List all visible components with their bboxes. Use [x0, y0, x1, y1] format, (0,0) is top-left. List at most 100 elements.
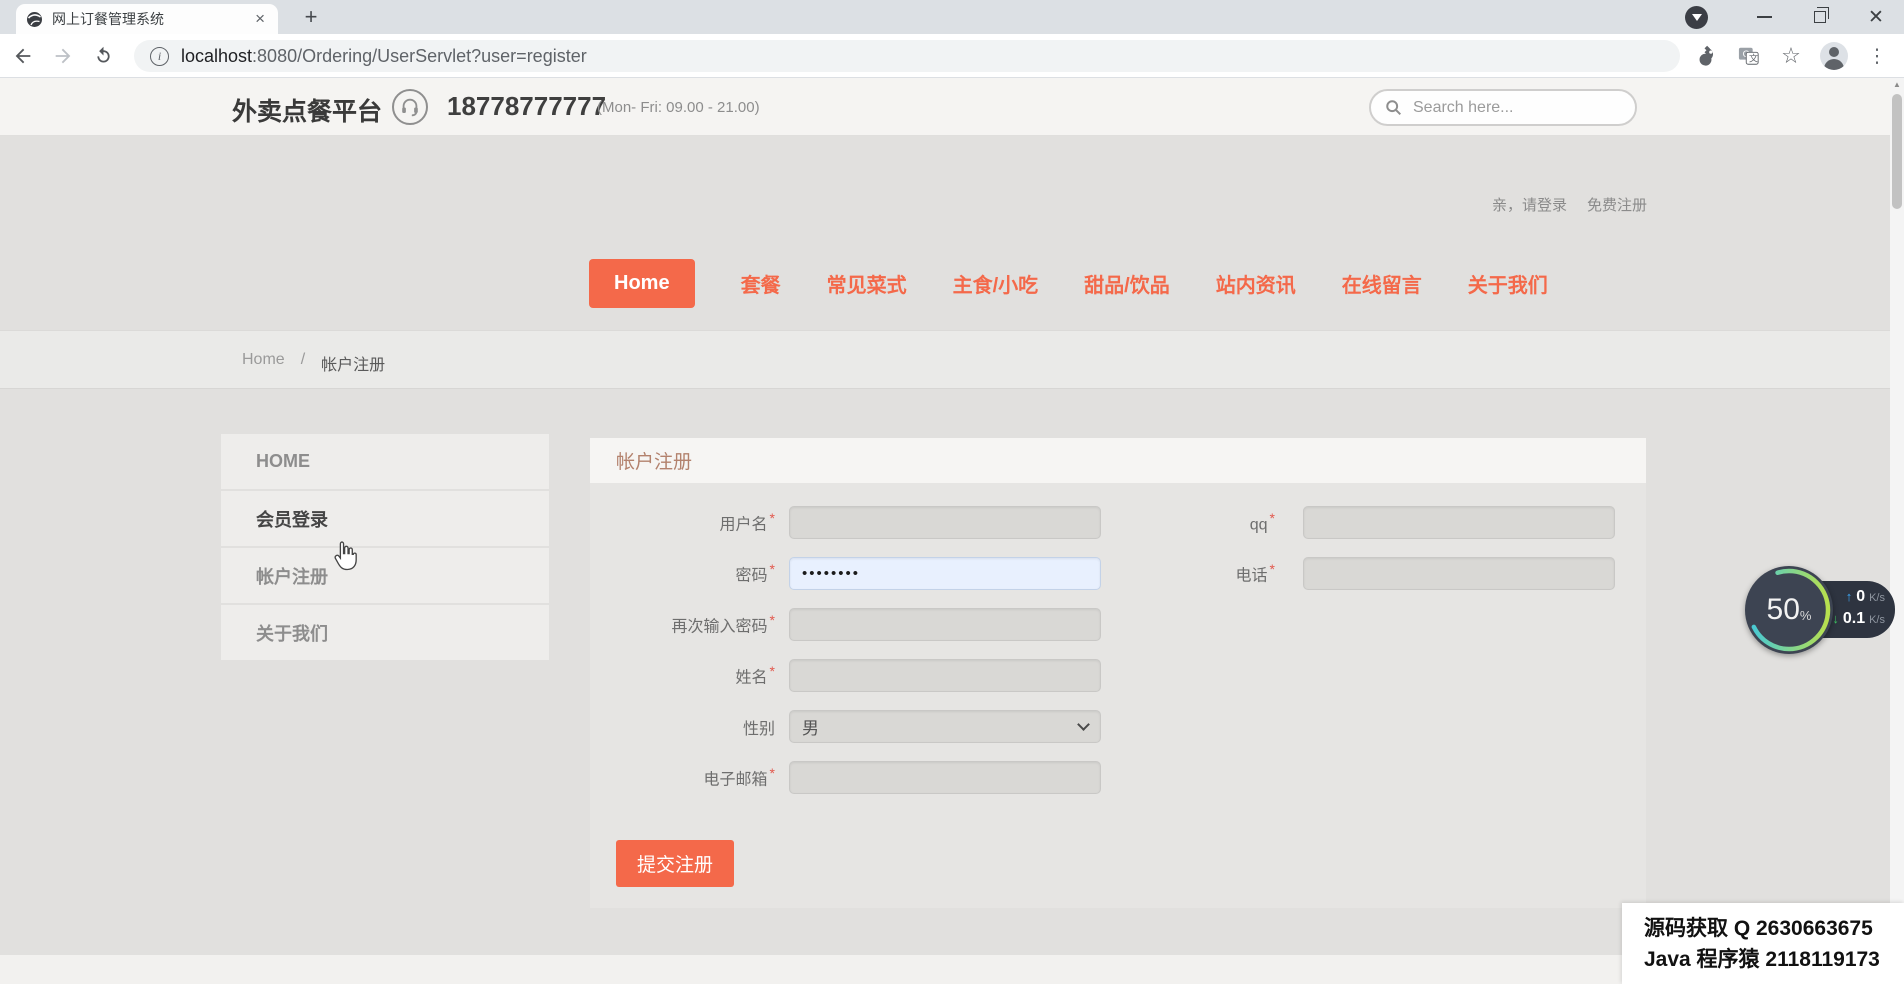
upload-unit: K/s	[1869, 592, 1885, 604]
password-input[interactable]: ••••••••	[789, 557, 1101, 590]
email-input[interactable]	[789, 761, 1101, 794]
nav-item-combo[interactable]: 套餐	[741, 269, 781, 298]
url-path: :8080/Ordering/UserServlet?user=register	[252, 46, 587, 66]
required-mark: *	[1270, 510, 1275, 526]
gender-select[interactable]: 男	[789, 710, 1101, 743]
form-row-qq: qq*	[1220, 506, 1615, 539]
restore-button[interactable]	[1792, 0, 1848, 34]
download-unit: K/s	[1869, 614, 1885, 626]
reload-button[interactable]	[86, 39, 120, 73]
qq-input[interactable]	[1303, 506, 1615, 539]
sidebar-item-home[interactable]: HOME	[221, 434, 549, 489]
form-right-column: qq* 电话*	[1220, 506, 1615, 608]
breadcrumb-separator: /	[301, 351, 305, 375]
gender-selected-value: 男	[802, 714, 819, 739]
site-logo[interactable]: 外卖点餐平台	[232, 92, 382, 128]
close-window-button[interactable]: ✕	[1848, 0, 1904, 34]
nav-item-dessert[interactable]: 甜品/饮品	[1084, 269, 1170, 298]
telephone-input[interactable]	[1303, 557, 1615, 590]
download-speed: 0.1	[1843, 610, 1865, 628]
required-mark: *	[1270, 561, 1275, 577]
back-button[interactable]	[6, 39, 40, 73]
sidebar-item-about[interactable]: 关于我们	[221, 605, 549, 660]
sidebar-item-register[interactable]: 帐户注册	[221, 548, 549, 603]
search-input[interactable]	[1413, 99, 1603, 117]
scroll-up-icon[interactable]: ▲	[1890, 80, 1904, 89]
footer-strip	[0, 955, 1890, 984]
minimize-button[interactable]	[1736, 0, 1792, 34]
watermark-box: 源码获取 Q 2630663675 Java 程序猿 2118119173	[1622, 903, 1904, 984]
forward-button[interactable]	[46, 39, 80, 73]
login-link[interactable]: 亲，请登录	[1492, 194, 1567, 215]
page-scrollbar[interactable]: ▲ ▼	[1890, 78, 1904, 984]
site-favicon-icon	[26, 11, 43, 28]
tab-title: 网上订餐管理系统	[52, 9, 243, 29]
browser-menu-icon[interactable]: ⋮	[1864, 43, 1890, 69]
download-arrow-icon: ↓	[1832, 611, 1839, 626]
bookmark-star-icon[interactable]: ☆	[1778, 43, 1804, 69]
address-bar[interactable]: i localhost:8080/Ordering/UserServlet?us…	[134, 40, 1680, 72]
progress-ring	[1745, 566, 1833, 654]
required-mark: *	[770, 765, 775, 781]
breadcrumb: Home / 帐户注册	[242, 351, 385, 375]
browser-tab[interactable]: 网上订餐管理系统 ×	[16, 4, 278, 34]
headset-icon	[392, 89, 428, 125]
required-mark: *	[770, 510, 775, 526]
sidebar-menu: HOME 会员登录 帐户注册 关于我们	[221, 434, 549, 662]
browser-titlebar: 网上订餐管理系统 × + ✕	[0, 0, 1904, 34]
chevron-down-icon	[1077, 718, 1090, 731]
url-host: localhost	[181, 46, 252, 66]
nav-item-home[interactable]: Home	[589, 259, 695, 308]
nav-item-message[interactable]: 在线留言	[1342, 269, 1422, 298]
user-links: 亲，请登录 免费注册	[1492, 194, 1647, 215]
toolbar-icons: G文 ☆ ⋮	[1694, 34, 1890, 78]
required-mark: *	[770, 561, 775, 577]
form-row-gender: 性别 男	[645, 710, 1101, 743]
main-nav: Home 套餐 常见菜式 主食/小吃 甜品/饮品 站内资讯 在线留言 关于我们	[589, 259, 1548, 308]
profile-avatar[interactable]	[1820, 42, 1848, 70]
realname-input[interactable]	[789, 659, 1101, 692]
form-row-email: 电子邮箱*	[645, 761, 1101, 794]
scrollbar-thumb[interactable]	[1892, 94, 1902, 209]
submit-register-button[interactable]: 提交注册	[616, 840, 734, 887]
breadcrumb-bar: Home / 帐户注册	[0, 330, 1890, 389]
username-input[interactable]	[789, 506, 1101, 539]
browser-window: 网上订餐管理系统 × + ✕ i localhost:8080/Ordering…	[0, 0, 1904, 984]
page-info-icon[interactable]: i	[150, 47, 169, 66]
search-icon	[1385, 99, 1403, 117]
password-key-icon[interactable]	[1694, 43, 1720, 69]
watermark-line2: Java 程序猿 2118119173	[1644, 944, 1904, 975]
browser-toolbar: i localhost:8080/Ordering/UserServlet?us…	[0, 34, 1904, 78]
tab-close-icon[interactable]: ×	[252, 9, 268, 29]
url-text[interactable]: localhost:8080/Ordering/UserServlet?user…	[181, 46, 587, 67]
new-tab-button[interactable]: +	[296, 3, 326, 33]
panel-title: 帐户注册	[590, 438, 1646, 484]
form-row-name: 姓名*	[645, 659, 1101, 692]
required-mark: *	[770, 663, 775, 679]
register-panel: 帐户注册 用户名* 密码* •••••••• 再次输入密码* 姓名*	[590, 438, 1646, 908]
sidebar-item-login[interactable]: 会员登录	[221, 491, 549, 546]
register-form: 用户名* 密码* •••••••• 再次输入密码* 姓名* 性别	[590, 484, 1646, 908]
site-header: 外卖点餐平台 18778777777 (Mon- Fri: 09.00 - 21…	[0, 78, 1890, 136]
nav-item-staple[interactable]: 主食/小吃	[953, 269, 1039, 298]
form-row-password2: 再次输入密码*	[645, 608, 1101, 641]
svg-text:文: 文	[1749, 53, 1758, 64]
download-manager-icon[interactable]	[1685, 6, 1708, 29]
nav-item-dishes[interactable]: 常见菜式	[827, 269, 907, 298]
nav-item-about[interactable]: 关于我们	[1468, 269, 1548, 298]
upload-speed: 0	[1856, 588, 1865, 606]
search-box[interactable]	[1369, 89, 1637, 126]
translate-icon[interactable]: G文	[1736, 43, 1762, 69]
breadcrumb-current: 帐户注册	[321, 351, 385, 375]
form-row-telephone: 电话*	[1220, 557, 1615, 590]
form-row-password: 密码* ••••••••	[645, 557, 1101, 590]
mouse-cursor	[330, 540, 360, 574]
window-controls: ✕	[1685, 0, 1904, 34]
opening-hours: (Mon- Fri: 09.00 - 21.00)	[597, 99, 760, 116]
register-link[interactable]: 免费注册	[1587, 194, 1647, 215]
nav-item-news[interactable]: 站内资讯	[1216, 269, 1296, 298]
breadcrumb-home[interactable]: Home	[242, 351, 285, 375]
speed-widget[interactable]: ↑ 0 K/s ↓ 0.1 K/s 50 %	[1745, 566, 1895, 654]
password-confirm-input[interactable]	[789, 608, 1101, 641]
phone-number: 18778777777	[447, 91, 606, 122]
